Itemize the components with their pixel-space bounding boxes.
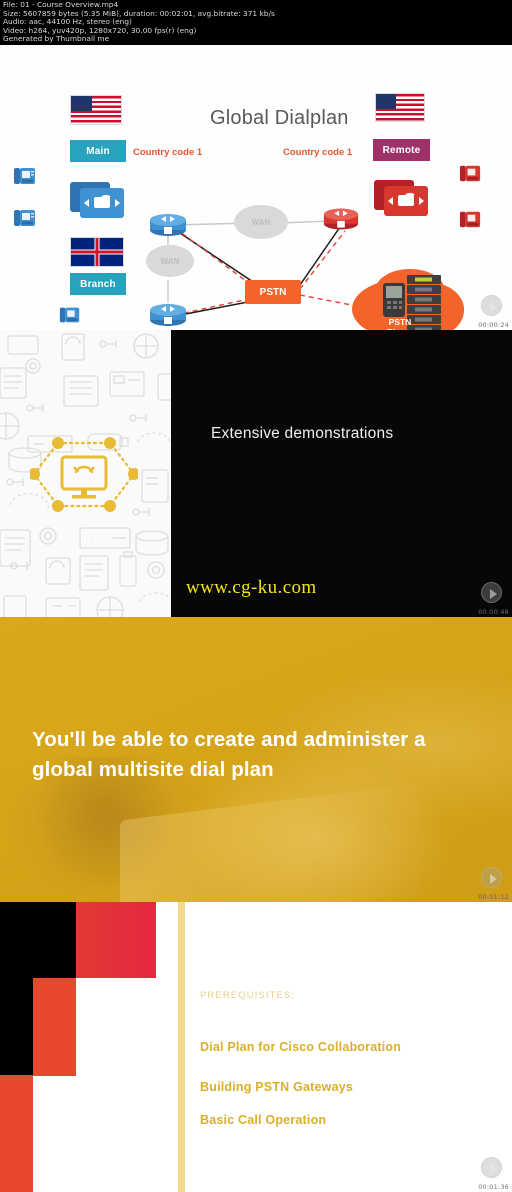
prerequisite-item: Dial Plan for Cisco Collaboration xyxy=(200,1040,402,1054)
play-overlay-icon xyxy=(481,867,502,888)
site-watermark: www.cg-ku.com xyxy=(186,577,317,598)
block-orange xyxy=(33,978,76,1076)
play-overlay-icon xyxy=(481,1157,502,1178)
info-line-generator: Generated by Thumbnail me xyxy=(3,34,110,44)
slide-heading: Extensive demonstrations xyxy=(211,425,394,442)
slide-heading: You'll be able to create and administer … xyxy=(32,728,426,781)
thumbnail-sheet: File: 01 - Course Overview.mp4 Size: 560… xyxy=(0,0,512,1192)
router-icon xyxy=(323,208,359,230)
timestamp-label: 00:00:24 xyxy=(478,321,509,329)
wan-cloud-label: WAN xyxy=(146,245,194,277)
timestamp-label: 00:01:36 xyxy=(478,1183,509,1191)
network-hex-icon xyxy=(30,437,138,512)
router-icon xyxy=(150,304,186,326)
slide-prerequisites: PREREQUISITES: Dial Plan for Cisco Colla… xyxy=(185,902,512,1192)
prerequisite-item: Basic Call Operation xyxy=(200,1113,327,1127)
timestamp-label: 00:01:12 xyxy=(478,893,509,901)
block-orange xyxy=(0,1075,33,1192)
slide-extensive-demonstrations: Extensive demonstrations www.cg-ku.com xyxy=(171,330,512,617)
prerequisite-item: Building PSTN Gateways xyxy=(200,1080,354,1094)
decorative-blocks-panel xyxy=(0,902,190,1192)
thumbnail-frame-1[interactable]: Global Dialplan Main Remote Branch Count… xyxy=(0,45,512,330)
block-red xyxy=(76,902,156,978)
pstn-phone-label: PSTN Phone xyxy=(380,317,420,330)
mobile-phone-icon xyxy=(383,283,405,317)
router-icon xyxy=(150,214,186,236)
prerequisites-kicker: PREREQUISITES: xyxy=(200,990,296,1001)
thumbnail-frame-3[interactable]: You'll be able to create and administer … xyxy=(0,617,512,902)
block-black xyxy=(0,1036,33,1075)
pstn-phone-label-line1: PSTN xyxy=(388,317,412,327)
thumbnail-frame-4[interactable]: PREREQUISITES: Dial Plan for Cisco Colla… xyxy=(0,902,512,1192)
gold-divider xyxy=(178,902,185,1192)
pstn-node: PSTN xyxy=(245,280,301,304)
media-info-block: File: 01 - Course Overview.mp4 Size: 560… xyxy=(0,0,512,45)
play-overlay-icon xyxy=(481,582,502,603)
wan-cloud-label: WAN xyxy=(234,205,288,239)
play-overlay-icon xyxy=(481,295,502,316)
icon-pattern-panel xyxy=(0,330,171,617)
slide-global-dialplan: Global Dialplan Main Remote Branch Count… xyxy=(0,45,512,330)
thumbnail-frame-2[interactable]: Extensive demonstrations www.cg-ku.com 0… xyxy=(0,330,512,617)
timestamp-label: 00:00:48 xyxy=(478,608,509,616)
